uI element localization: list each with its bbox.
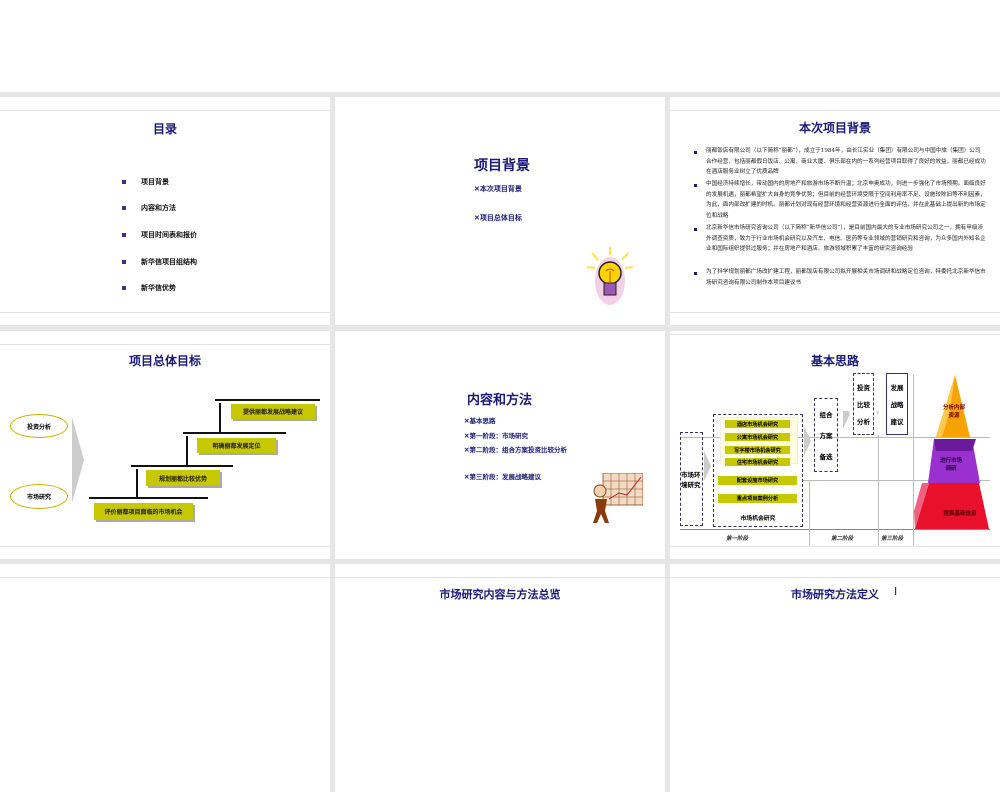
toc-item: 内容和方法 xyxy=(141,203,176,212)
slide-row3-a[interactable] xyxy=(0,564,330,792)
slide-project-goals[interactable]: 项目总体目标 投资分析 市场研究 评价丽都项目面临的市场机会 规划丽都比较优势 … xyxy=(0,331,330,559)
stage-label: 第二阶段 xyxy=(831,536,854,542)
slide-title: 目录 xyxy=(152,122,177,136)
paragraph: 中国经济持续增长，带动国内的房地产和旅游市场不断升温；北京申奥成功，则进一步强化… xyxy=(706,181,986,219)
stage-label: 第一阶段 xyxy=(726,536,749,542)
ellipse-label: 投资分析 xyxy=(10,414,68,438)
slide-title: 项目总体目标 xyxy=(128,354,201,368)
pyramid-label: 搜集基础信息 xyxy=(943,511,977,517)
step-box: 明确丽都发展定位 xyxy=(197,438,276,453)
section-item: ✕第一阶段：市场研究 xyxy=(464,432,528,440)
paragraph: 为了科学规划丽都广场改扩建工程，丽都饭店有限公司拟开展相关市场调研和战略定位咨询… xyxy=(706,269,986,286)
toc-item: 新华信项目组结构 xyxy=(141,257,197,266)
slide-basic-approach[interactable]: 基本思路 市场环境研究 市场机会研究 酒店市场机会研究 公寓市场机会研究 写字楼… xyxy=(670,331,1000,559)
step-box: 评价丽都项目面临的市场机会 xyxy=(94,503,193,520)
presenter-chart-icon xyxy=(593,473,643,523)
section-item: ✕本次项目背景 xyxy=(474,184,522,193)
arrow-right-icon xyxy=(72,417,84,503)
toc-item: 新华信优势 xyxy=(141,283,176,292)
slide-market-research-definition[interactable]: 市场研究方法定义 I xyxy=(670,564,1000,792)
toc-item: 项目背景 xyxy=(141,177,169,186)
section-item: ✕第三阶段：发展战略建议 xyxy=(464,473,541,481)
paragraph: 北京新华信市场研究咨询公司（以下简称“新华信公司”），是目前国内最大的专业市场研… xyxy=(706,225,986,252)
pyramid-label: 进行市场调研 xyxy=(939,458,962,472)
slide-title: 本次项目背景 xyxy=(798,121,871,135)
top-area xyxy=(0,0,1000,92)
paragraph: 丽都饭店有限公司（以下简称“丽都”），成立于1984年，由长江实业（集团）有限公… xyxy=(706,148,986,175)
ellipse-label: 市场研究 xyxy=(10,484,68,509)
step-box: 规划丽都比较优势 xyxy=(146,470,220,486)
toc-item: 项目时间表和报价 xyxy=(141,230,197,239)
section-item: ✕基本思路 xyxy=(464,417,496,425)
section-item: ✕第二阶段：组合方案投资比较分析 xyxy=(464,446,567,454)
text-cursor-icon: I xyxy=(894,585,898,598)
slide-title: 项目背景 xyxy=(474,158,530,174)
flow-arrows xyxy=(704,411,879,481)
step-box: 提供丽都发展战略建议 xyxy=(231,404,315,419)
slide-section-methods[interactable]: 内容和方法 ✕基本思路 ✕第一阶段：市场研究 ✕第二阶段：组合方案投资比较分析 … xyxy=(335,331,665,559)
slide-section-background[interactable]: 项目背景 ✕本次项目背景 ✕项目总体目标 xyxy=(335,97,665,325)
lightbulb-icon xyxy=(587,247,633,305)
slide-title: 基本思路 xyxy=(810,354,859,368)
stage-label: 第三阶段 xyxy=(881,536,904,542)
strategy-box: 发展 战略 建议 xyxy=(886,373,908,435)
slide-toc[interactable]: 目录 项目背景 内容和方法 项目时间表和报价 新华信项目组结构 新华信优势 xyxy=(0,97,330,325)
market-env-box: 市场环境研究 xyxy=(680,432,703,526)
slide-title: 内容和方法 xyxy=(467,393,533,408)
pyramid-label: 分析内部资源 xyxy=(942,405,965,419)
slide-market-research-overview[interactable]: 市场研究内容与方法总览 xyxy=(335,564,665,792)
slide-project-background[interactable]: 本次项目背景 丽都饭店有限公司（以下简称“丽都”），成立于1984年，由长江实业… xyxy=(670,97,1000,325)
section-item: ✕项目总体目标 xyxy=(474,213,522,222)
